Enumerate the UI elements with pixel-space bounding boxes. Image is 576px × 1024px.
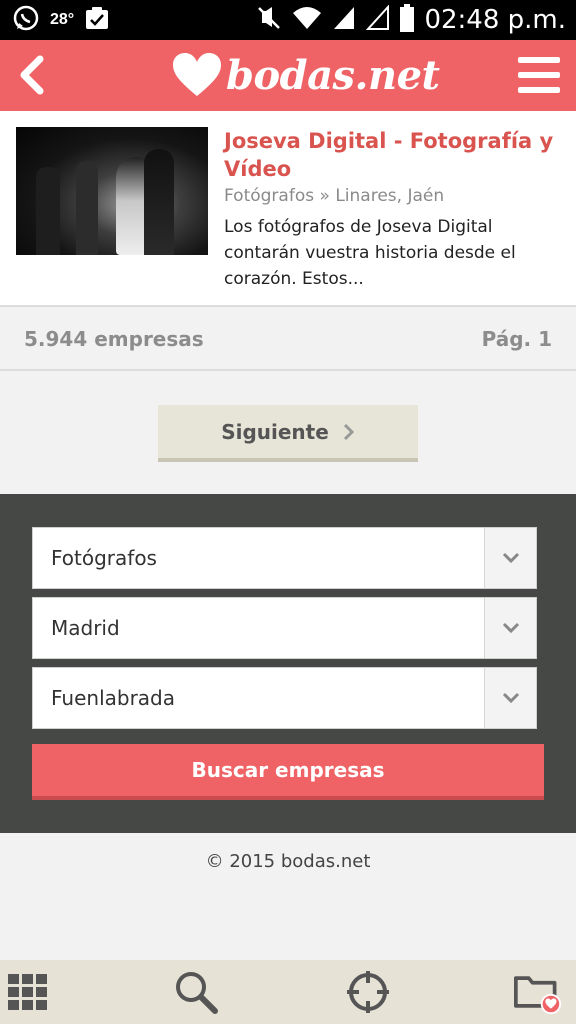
clipboard-check-icon: [84, 5, 110, 36]
footer: © 2015 bodas.net: [0, 833, 576, 960]
region-select[interactable]: Madrid: [32, 597, 537, 659]
menu-line: [518, 72, 560, 78]
category-select-value: Fotógrafos: [51, 546, 157, 570]
results-summary: 5.944 empresas Pág. 1: [0, 309, 576, 371]
results-count: 5.944 empresas: [24, 327, 204, 351]
region-select-value: Madrid: [51, 616, 120, 640]
crosshair-icon[interactable]: [344, 968, 392, 1016]
listing-card[interactable]: Joseva Digital - Fotografía y Vídeo Fotó…: [0, 111, 576, 307]
photo-figure: [144, 149, 174, 255]
listing-description: Los fotógrafos de Joseva Digital contará…: [224, 217, 516, 289]
search-panel: Fotógrafos Madrid Fuenlabrada Buscar emp…: [0, 494, 576, 833]
chevron-down-icon: [502, 552, 519, 564]
signal-empty-icon: [366, 3, 390, 36]
status-bar: 28° 02:48 p.m.: [0, 0, 576, 40]
chevron-down-icon: [502, 692, 519, 704]
whatsapp-icon: [12, 4, 40, 37]
bottom-nav: [0, 960, 576, 1024]
back-button[interactable]: [12, 52, 52, 98]
listing-location: Linares, Jaén: [335, 186, 445, 206]
category-select[interactable]: Fotógrafos: [32, 527, 537, 589]
clock-text: 02:48 p.m.: [424, 5, 566, 35]
app-bar: bodas.net: [0, 40, 576, 111]
temperature-text: 28°: [50, 11, 75, 28]
search-icon[interactable]: [172, 968, 220, 1016]
mute-icon: [256, 5, 282, 36]
search-submit-label: Buscar empresas: [191, 758, 385, 782]
menu-line: [518, 87, 560, 93]
chevron-down-icon: [502, 622, 519, 634]
search-submit-button[interactable]: Buscar empresas: [32, 744, 544, 800]
next-page-label: Siguiente: [221, 419, 329, 444]
menu-line: [518, 57, 560, 63]
category-dropdown-toggle[interactable]: [484, 528, 536, 588]
city-select-value: Fuenlabrada: [51, 686, 176, 710]
favorites-folder-icon[interactable]: [514, 968, 562, 1016]
menu-button[interactable]: [518, 54, 560, 96]
chevron-right-icon: [343, 423, 354, 440]
listing-separator: »: [319, 186, 330, 206]
heart-icon: [173, 53, 221, 96]
copyright-text: © 2015 bodas.net: [205, 851, 371, 872]
city-dropdown-toggle[interactable]: [484, 668, 536, 728]
logo[interactable]: bodas.net: [172, 46, 440, 104]
signal-icon: [332, 5, 356, 36]
logo-text: bodas.net: [226, 51, 440, 99]
city-select[interactable]: Fuenlabrada: [32, 667, 537, 729]
battery-icon: [400, 3, 415, 37]
photo-figure: [36, 167, 60, 255]
next-page-button[interactable]: Siguiente: [158, 405, 418, 462]
listing-meta: Fotógrafos » Linares, Jaén: [224, 186, 444, 206]
grid-icon[interactable]: [4, 968, 52, 1016]
listing-thumbnail[interactable]: [16, 127, 208, 255]
page-indicator: Pág. 1: [481, 327, 552, 351]
listing-category: Fotógrafos: [224, 186, 315, 206]
wifi-icon: [292, 5, 322, 36]
region-dropdown-toggle[interactable]: [484, 598, 536, 658]
photo-figure: [76, 161, 98, 255]
listing-title[interactable]: Joseva Digital - Fotografía y Vídeo: [224, 127, 560, 183]
chevron-left-icon: [20, 55, 44, 95]
